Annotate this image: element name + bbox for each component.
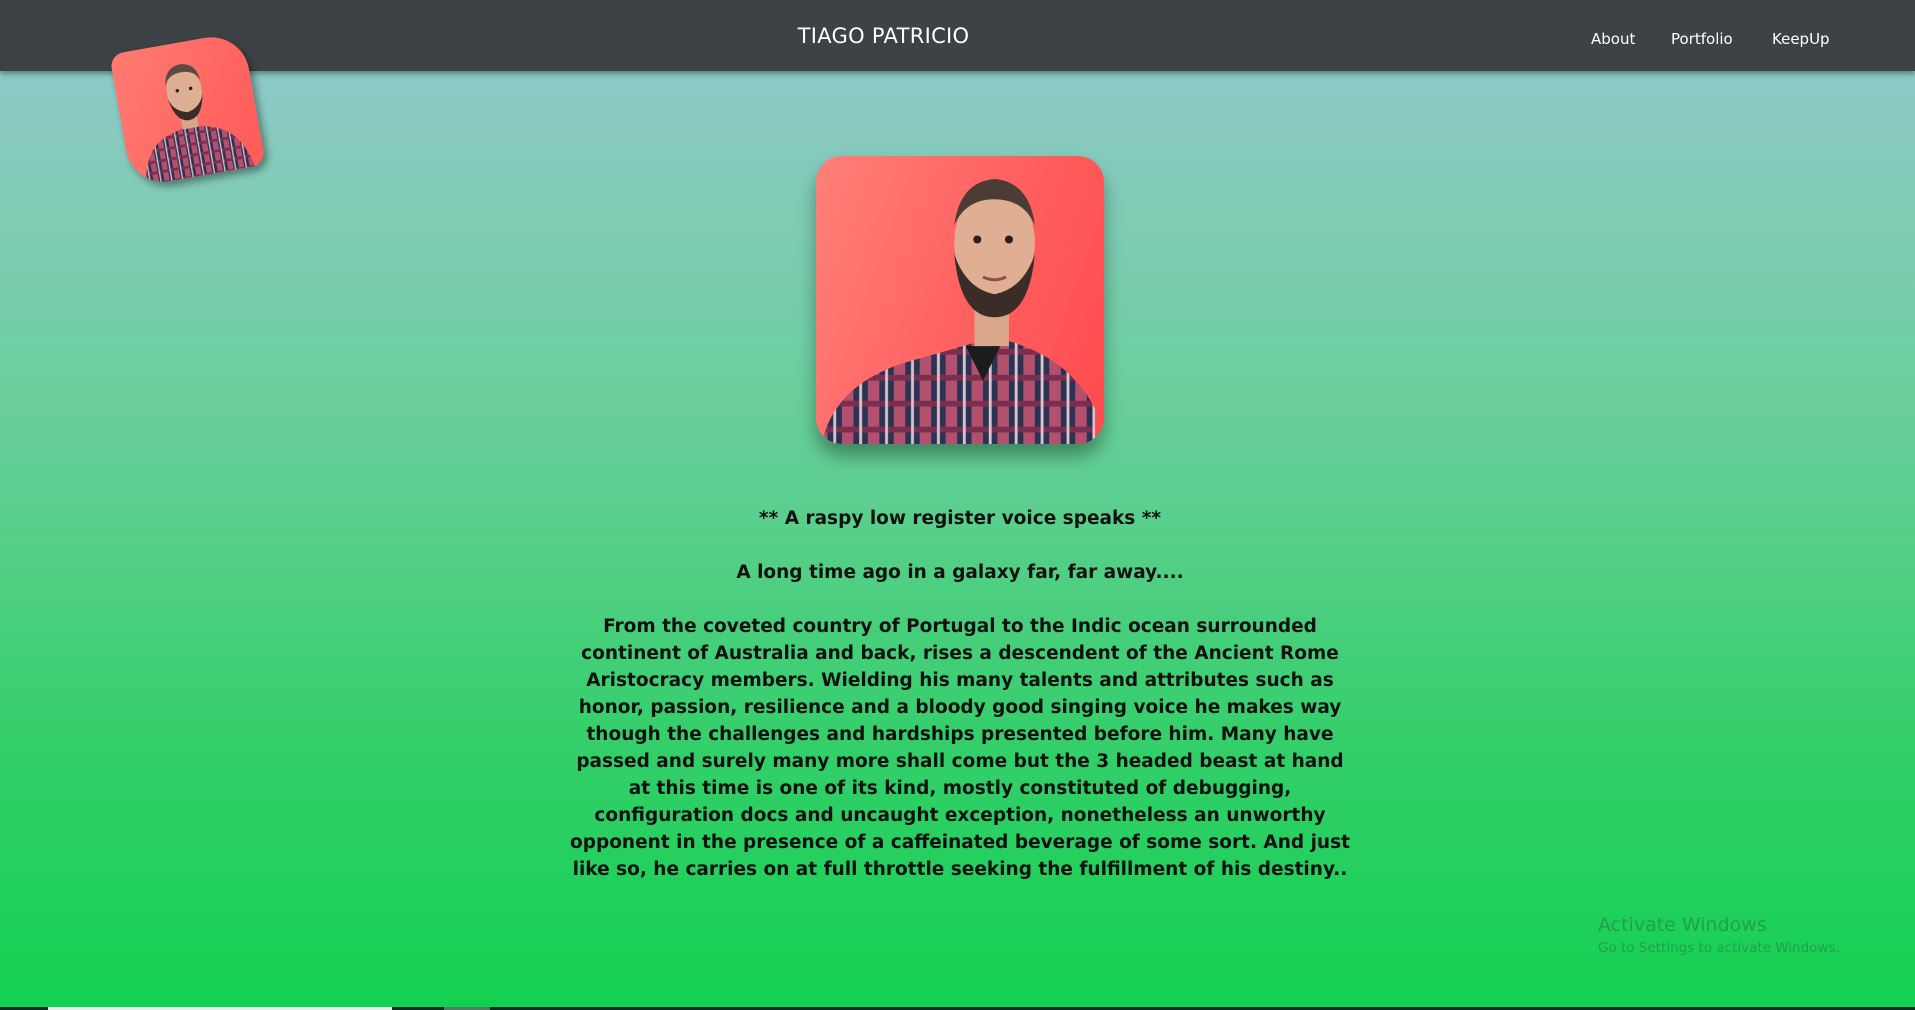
person-portrait-icon <box>146 64 256 186</box>
intro-galaxy-line: A long time ago in a galaxy far, far awa… <box>736 562 1184 583</box>
main-nav: About Portfolio KeepUp <box>0 30 1915 50</box>
nav-link-about[interactable]: About <box>1591 30 1635 48</box>
profile-photo <box>816 156 1104 444</box>
top-navigation-bar: TIAGO PATRICIO About Portfolio KeepUp <box>0 0 1915 71</box>
intro-voice-line: ** A raspy low register voice speaks ** <box>758 508 1162 529</box>
nav-link-keepup[interactable]: KeepUp <box>1772 30 1830 48</box>
logo-profile-photo[interactable] <box>109 31 266 188</box>
intro-section: ** A raspy low register voice speaks ** … <box>570 505 1350 883</box>
watermark-title: Activate Windows <box>1598 914 1767 936</box>
person-portrait-icon <box>821 179 1096 444</box>
watermark-subtitle: Go to Settings to activate Windows. <box>1598 940 1840 956</box>
activate-windows-watermark: Activate Windows Go to Settings to activ… <box>1598 914 1840 956</box>
nav-link-portfolio[interactable]: Portfolio <box>1671 30 1733 48</box>
intro-story-paragraph: From the coveted country of Portugal to … <box>570 616 1350 880</box>
